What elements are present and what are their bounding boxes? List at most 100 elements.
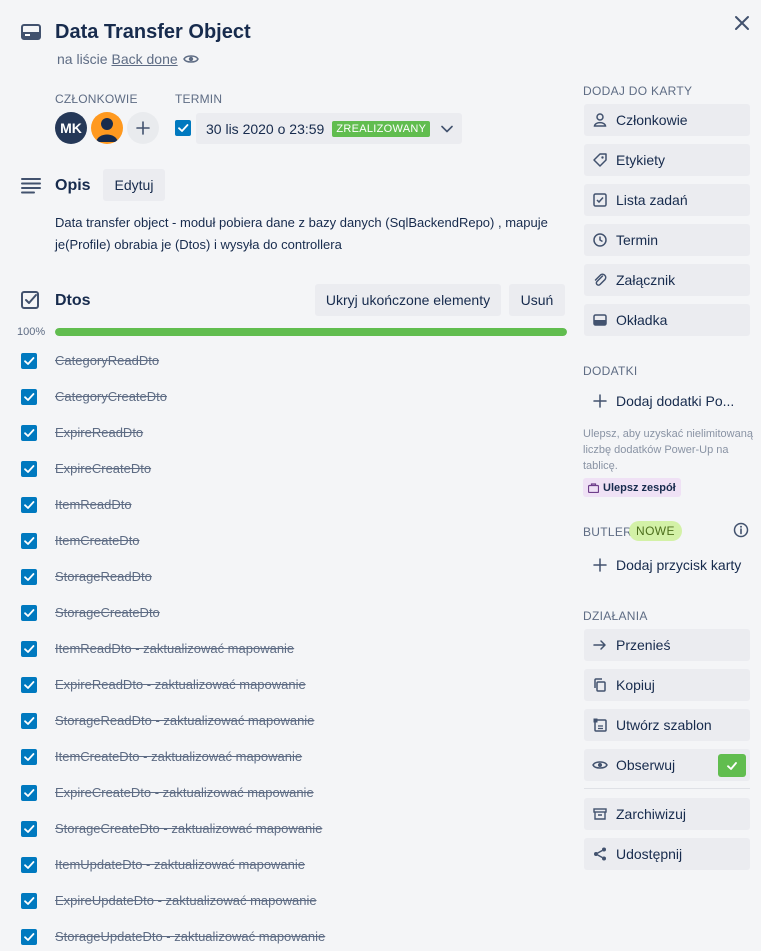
checklist-item-label[interactable]: ExpireCreateDto - zaktualizować mapowani… (55, 785, 314, 800)
add-card-button-label: Dodaj przycisk karty (616, 557, 742, 573)
checklist-item-label[interactable]: StorageReadDto (55, 569, 152, 584)
due-date-sidebar-button[interactable]: Termin (584, 224, 750, 256)
checklist-item-label[interactable]: ItemCreateDto - zaktualizować mapowanie (55, 749, 302, 764)
checklist-item[interactable]: ItemReadDto (0, 497, 570, 533)
archive-button-label: Zarchiwizuj (616, 806, 687, 822)
checklist-item-label[interactable]: ItemReadDto - zaktualizować mapowanie (55, 641, 294, 656)
checklist-item-label[interactable]: ExpireReadDto - zaktualizować mapowanie (55, 677, 306, 692)
close-icon[interactable] (731, 12, 753, 34)
checkbox[interactable] (21, 461, 37, 477)
description-text[interactable]: Data transfer object - moduł pobiera dan… (55, 212, 565, 256)
checklist-button[interactable]: Lista zadań (584, 184, 750, 216)
checkbox[interactable] (21, 569, 37, 585)
checklist-item-label[interactable]: ExpireReadDto (55, 425, 143, 440)
checkbox[interactable] (21, 893, 37, 909)
avatar[interactable] (91, 112, 123, 144)
checklist-icon (20, 289, 42, 311)
checkbox[interactable] (21, 497, 37, 513)
checklist-item[interactable]: ItemReadDto - zaktualizować mapowanie (0, 641, 570, 677)
share-button[interactable]: Udostępnij (584, 838, 750, 870)
move-button-label: Przenieś (616, 637, 671, 653)
checklist-item-label[interactable]: ExpireCreateDto (55, 461, 151, 476)
list-link[interactable]: Back done (111, 51, 177, 67)
attachment-button[interactable]: Załącznik (584, 264, 750, 296)
checklist-item[interactable]: ItemCreateDto (0, 533, 570, 569)
checklist-item-label[interactable]: ItemReadDto (55, 497, 132, 512)
checkbox[interactable] (21, 389, 37, 405)
archive-button[interactable]: Zarchiwizuj (584, 798, 750, 830)
checklist-item[interactable]: ItemUpdateDto - zaktualizować mapowanie (0, 857, 570, 893)
checkbox[interactable] (21, 641, 37, 657)
checklist-item[interactable]: StorageReadDto (0, 569, 570, 605)
checklist-item[interactable]: ExpireCreateDto - zaktualizować mapowani… (0, 785, 570, 821)
hide-completed-button[interactable]: Ukryj ukończone elementy (315, 284, 501, 316)
checklist-item-label[interactable]: ItemCreateDto (55, 533, 140, 548)
due-complete-checkbox[interactable] (175, 120, 191, 136)
checklist-item-label[interactable]: ItemUpdateDto - zaktualizować mapowanie (55, 857, 305, 872)
checklist-item[interactable]: ExpireUpdateDto - zaktualizować mapowani… (0, 893, 570, 929)
add-member-button[interactable] (127, 112, 159, 144)
progress-fill (55, 328, 567, 336)
checklist-item[interactable]: ItemCreateDto - zaktualizować mapowanie (0, 749, 570, 785)
copy-icon (592, 677, 608, 693)
plus-icon (592, 557, 608, 573)
watch-button[interactable]: Obserwuj (584, 749, 750, 781)
checkbox[interactable] (21, 929, 37, 945)
make-template-button[interactable]: Utwórz szablon (584, 709, 750, 741)
checkbox[interactable] (21, 785, 37, 801)
members-button-label: Członkowie (616, 112, 688, 128)
checkbox[interactable] (21, 533, 37, 549)
checklist-item[interactable]: ExpireCreateDto (0, 461, 570, 497)
share-button-label: Udostępnij (616, 846, 683, 862)
info-icon[interactable] (733, 522, 749, 538)
tag-icon (592, 152, 608, 168)
checkbox[interactable] (21, 353, 37, 369)
cover-button[interactable]: Okładka (584, 304, 750, 336)
members-button[interactable]: Członkowie (584, 104, 750, 136)
checklist-item[interactable]: ExpireReadDto - zaktualizować mapowanie (0, 677, 570, 713)
checklist-title[interactable]: Dtos (55, 292, 91, 310)
checklist-icon (592, 192, 608, 208)
checklist-item-label[interactable]: CategoryReadDto (55, 353, 159, 368)
progress-bar (55, 328, 567, 336)
edit-description-button[interactable]: Edytuj (103, 169, 165, 201)
checkbox[interactable] (21, 425, 37, 441)
checkbox[interactable] (21, 677, 37, 693)
checklist-item-label[interactable]: ExpireUpdateDto - zaktualizować mapowani… (55, 893, 317, 908)
attachment-button-label: Załącznik (616, 272, 676, 288)
cover-button-label: Okładka (616, 312, 668, 328)
checkbox[interactable] (21, 857, 37, 873)
checklist-item[interactable]: StorageCreateDto - zaktualizować mapowan… (0, 821, 570, 857)
labels-button[interactable]: Etykiety (584, 144, 750, 176)
checklist-item[interactable]: ExpireReadDto (0, 425, 570, 461)
checkbox[interactable] (21, 821, 37, 837)
checkbox[interactable] (21, 713, 37, 729)
checkbox[interactable] (21, 605, 37, 621)
archive-icon (592, 806, 608, 822)
checklist-item[interactable]: CategoryReadDto (0, 353, 570, 389)
add-card-button-button[interactable]: Dodaj przycisk karty (584, 549, 750, 581)
checkbox[interactable] (21, 749, 37, 765)
checklist-item[interactable]: CategoryCreateDto (0, 389, 570, 425)
check-icon (718, 754, 746, 777)
checklist-item[interactable]: StorageReadDto - zaktualizować mapowanie (0, 713, 570, 749)
checklist-item-label[interactable]: StorageReadDto - zaktualizować mapowanie (55, 713, 314, 728)
avatar[interactable]: MK (55, 112, 87, 144)
checklist-item[interactable]: StorageUpdateDto - zaktualizować mapowan… (0, 929, 570, 951)
progress-percent: 100% (17, 326, 46, 338)
move-button[interactable]: Przenieś (584, 629, 750, 661)
delete-checklist-button[interactable]: Usuń (509, 284, 565, 316)
due-date-button[interactable]: 30 lis 2020 o 23:59 ZREALIZOWANY (196, 113, 462, 144)
eye-icon (592, 757, 608, 773)
copy-button[interactable]: Kopiuj (584, 669, 750, 701)
make-template-label: Utwórz szablon (616, 717, 712, 733)
card-title[interactable]: Data Transfer Object (55, 21, 251, 44)
checklist-item-label[interactable]: CategoryCreateDto (55, 389, 167, 404)
checklist-item-label[interactable]: StorageCreateDto - zaktualizować mapowan… (55, 821, 322, 836)
checklist-item-label[interactable]: StorageCreateDto (55, 605, 160, 620)
upgrade-team-button[interactable]: Ulepsz zespół (583, 478, 681, 497)
add-powerups-button[interactable]: Dodaj dodatki Po... (584, 385, 750, 417)
checklist-item-label[interactable]: StorageUpdateDto - zaktualizować mapowan… (55, 929, 325, 944)
checklist-item[interactable]: StorageCreateDto (0, 605, 570, 641)
add-powerups-label: Dodaj dodatki Po... (616, 393, 735, 409)
